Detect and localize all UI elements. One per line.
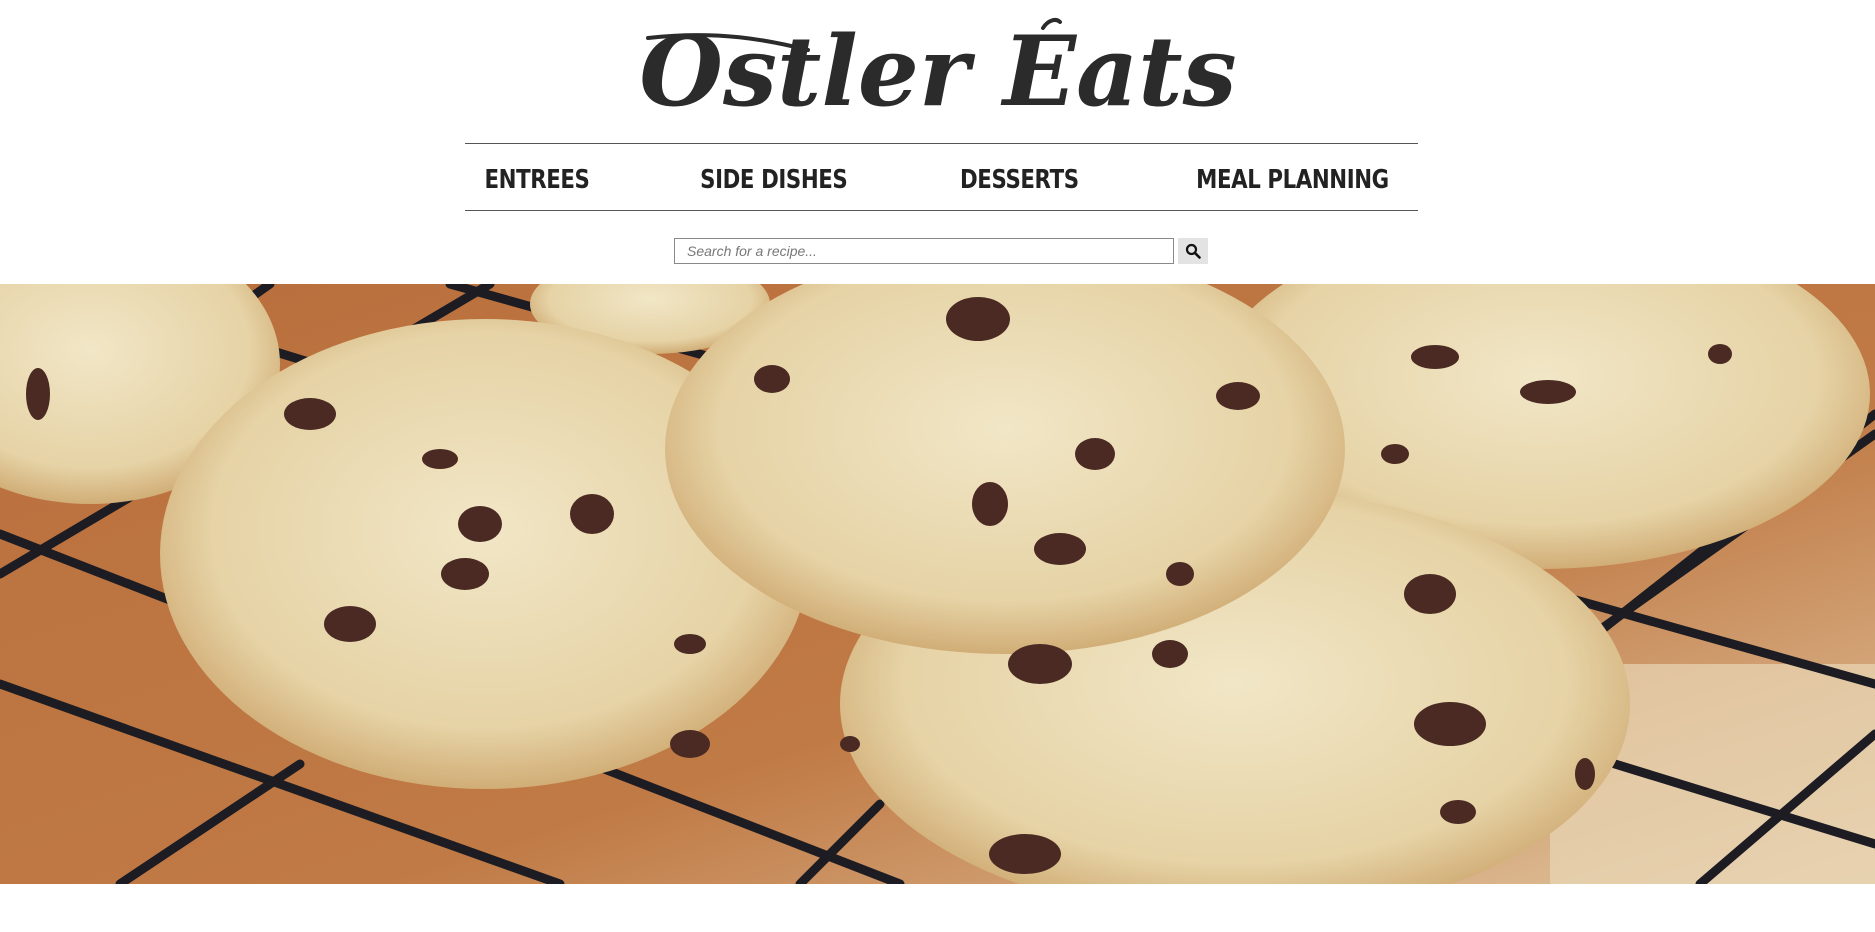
logo-wordmark[interactable]: Ostler Eats — [628, 10, 1248, 130]
hero-image — [0, 284, 1875, 884]
main-nav: ENTREES SIDE DISHES DESSERTS MEAL PLANNI… — [465, 143, 1418, 211]
search-input[interactable] — [674, 238, 1174, 264]
nav-item-meal-planning[interactable]: MEAL PLANNING — [1196, 161, 1389, 193]
logo-text: Ostler Eats — [639, 15, 1236, 128]
nav-item-desserts[interactable]: DESSERTS — [960, 161, 1079, 193]
search-button[interactable] — [1178, 238, 1208, 264]
site-logo[interactable]: Ostler Eats — [0, 10, 1875, 130]
search-icon — [1185, 243, 1201, 259]
nav-item-entrees[interactable]: ENTREES — [485, 161, 590, 193]
search-form — [674, 238, 1208, 264]
nav-item-side-dishes[interactable]: SIDE DISHES — [701, 161, 849, 193]
nav-list: ENTREES SIDE DISHES DESSERTS MEAL PLANNI… — [465, 144, 1418, 210]
cookies-illustration — [0, 284, 1875, 884]
page: Ostler Eats ENTREES SIDE DISHES DESSERTS… — [0, 0, 1875, 932]
